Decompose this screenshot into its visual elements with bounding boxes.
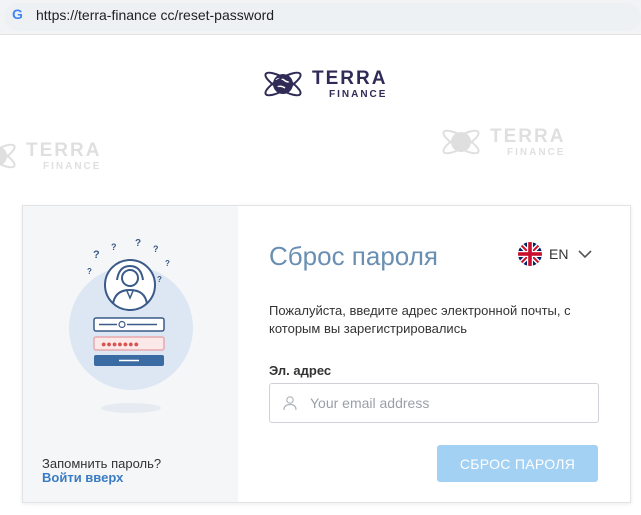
svg-text:?: ? [165, 259, 170, 268]
globe-watermark-icon [0, 143, 16, 169]
brand-name: TERRA [312, 67, 388, 89]
svg-text:?: ? [93, 249, 100, 261]
url-text[interactable]: https://terra-finance cc/reset-password [36, 7, 274, 23]
watermark-brand-name: TERRA [490, 125, 566, 147]
remember-password-text: Запомнить пароль? [42, 456, 162, 471]
email-input[interactable] [310, 384, 590, 422]
svg-text:?: ? [135, 238, 141, 249]
svg-text:●●●●●●●: ●●●●●●● [101, 339, 139, 349]
globe-logo-icon [264, 71, 302, 97]
brand-logo: TERRA FINANCE [262, 66, 387, 102]
google-g-icon: G [12, 6, 23, 22]
language-code: EN [549, 246, 569, 262]
watermark-brand-subname: FINANCE [43, 160, 102, 172]
watermark-brand-subname: FINANCE [507, 146, 566, 158]
svg-text:?: ? [153, 244, 159, 254]
page-title: Сброс пароля [269, 241, 438, 271]
svg-text:?: ? [87, 267, 92, 276]
watermark-logo-left: TERRA FINANCE [0, 138, 101, 174]
chevron-down-icon [578, 249, 593, 258]
forgot-password-illustration: ? ? ? ? ? ? ? ●●●●●●● [69, 238, 193, 413]
reset-form-panel: Сброс пароля EN Пожалуйста, введите адре… [238, 206, 630, 502]
browser-address-bar: G https://terra-finance cc/reset-passwor… [0, 0, 641, 35]
card-illustration-panel: ? ? ? ? ? ? ? ●●●●●●● Запомнить пароль? … [23, 206, 238, 502]
reset-password-card: ? ? ? ? ? ? ? ●●●●●●● Запомнить пароль? … [22, 205, 631, 503]
instruction-text: Пожалуйста, введите адрес электронной по… [269, 303, 571, 336]
reset-password-button[interactable]: СБРОС ПАРОЛЯ [437, 445, 598, 482]
globe-watermark-icon [442, 129, 480, 155]
watermark-logo-right: TERRA FINANCE [440, 124, 565, 160]
email-label: Эл. адрес [269, 363, 332, 378]
user-icon [283, 396, 297, 411]
svg-text:?: ? [111, 242, 117, 252]
brand-subname: FINANCE [329, 88, 388, 100]
login-link[interactable]: Войти вверх [42, 470, 123, 485]
svg-text:?: ? [157, 275, 162, 284]
email-field[interactable] [269, 383, 599, 423]
watermark-brand-name: TERRA [26, 139, 102, 161]
language-selector[interactable]: EN [518, 242, 593, 266]
uk-flag-icon [518, 242, 542, 266]
